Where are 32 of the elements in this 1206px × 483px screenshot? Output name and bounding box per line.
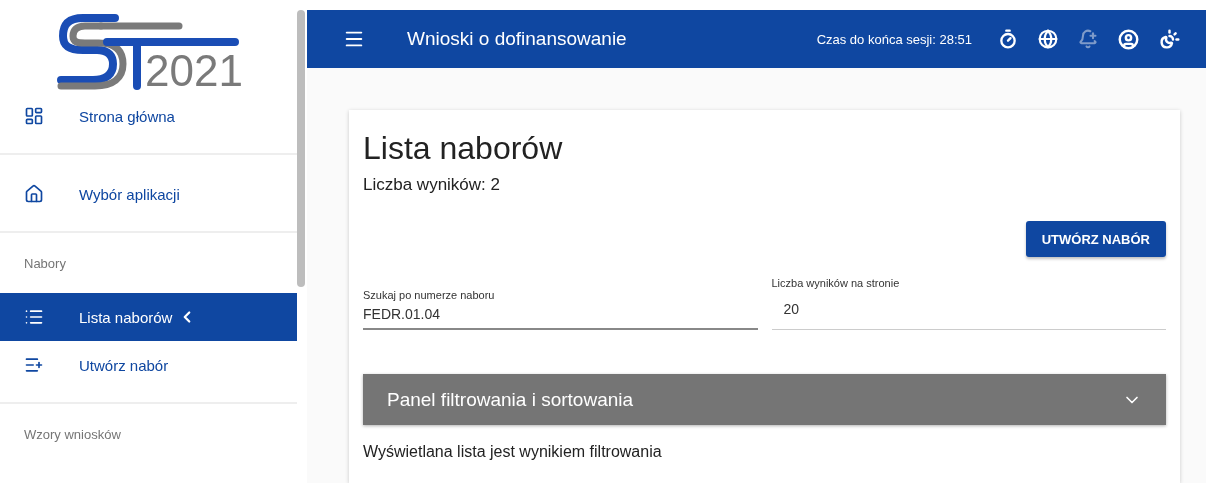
logo: 2021 bbox=[56, 12, 241, 90]
field-label: Liczba wyników na stronie bbox=[771, 277, 901, 289]
scrollbar[interactable] bbox=[297, 10, 305, 287]
page-title: Wnioski o dofinansowanie bbox=[407, 28, 628, 50]
result-count: Liczba wyników: 2 bbox=[363, 175, 501, 195]
search-input[interactable]: FEDR.01.04 bbox=[363, 306, 758, 322]
section-label: Nabory bbox=[24, 255, 66, 271]
session-timer: Czas do końca sesji: 28:51 bbox=[816, 31, 972, 47]
list-plus-icon bbox=[24, 355, 44, 375]
create-button[interactable]: UTWÓRZ NABÓR bbox=[1025, 221, 1166, 257]
nav-item[interactable]: Wybór aplikacji bbox=[0, 170, 297, 218]
nav-label: Wybór aplikacji bbox=[79, 185, 180, 203]
nav-label: Utwórz nabór bbox=[79, 356, 169, 374]
card-title: Lista naborów bbox=[363, 130, 564, 167]
panel-title: Panel filtrowania i sortowania bbox=[387, 388, 634, 411]
nav-item[interactable]: Lista naborów bbox=[0, 293, 297, 341]
filter-panel-header[interactable]: Panel filtrowania i sortowania bbox=[363, 374, 1166, 425]
field-label: Szukaj po numerze naboru bbox=[363, 289, 496, 301]
section-label: Wzory wniosków bbox=[24, 426, 121, 442]
stopwatch-icon[interactable] bbox=[998, 29, 1018, 49]
globe-icon[interactable] bbox=[1038, 29, 1058, 49]
dashboard-icon bbox=[24, 106, 44, 126]
nav-label: Strona główna bbox=[79, 107, 175, 125]
filter-note: Wyświetlana lista jest wynikiem filtrowania bbox=[363, 443, 663, 461]
home-icon bbox=[24, 184, 44, 204]
nav-item[interactable]: Strona główna bbox=[0, 92, 297, 140]
page-size-input[interactable]: 20 bbox=[771, 301, 1166, 317]
nav-item[interactable]: Utwórz nabór bbox=[0, 341, 297, 389]
brightness-icon[interactable] bbox=[1159, 28, 1180, 50]
list-icon bbox=[24, 307, 44, 327]
nav-label: Lista naborów bbox=[79, 308, 173, 326]
account-icon[interactable] bbox=[1118, 28, 1139, 50]
